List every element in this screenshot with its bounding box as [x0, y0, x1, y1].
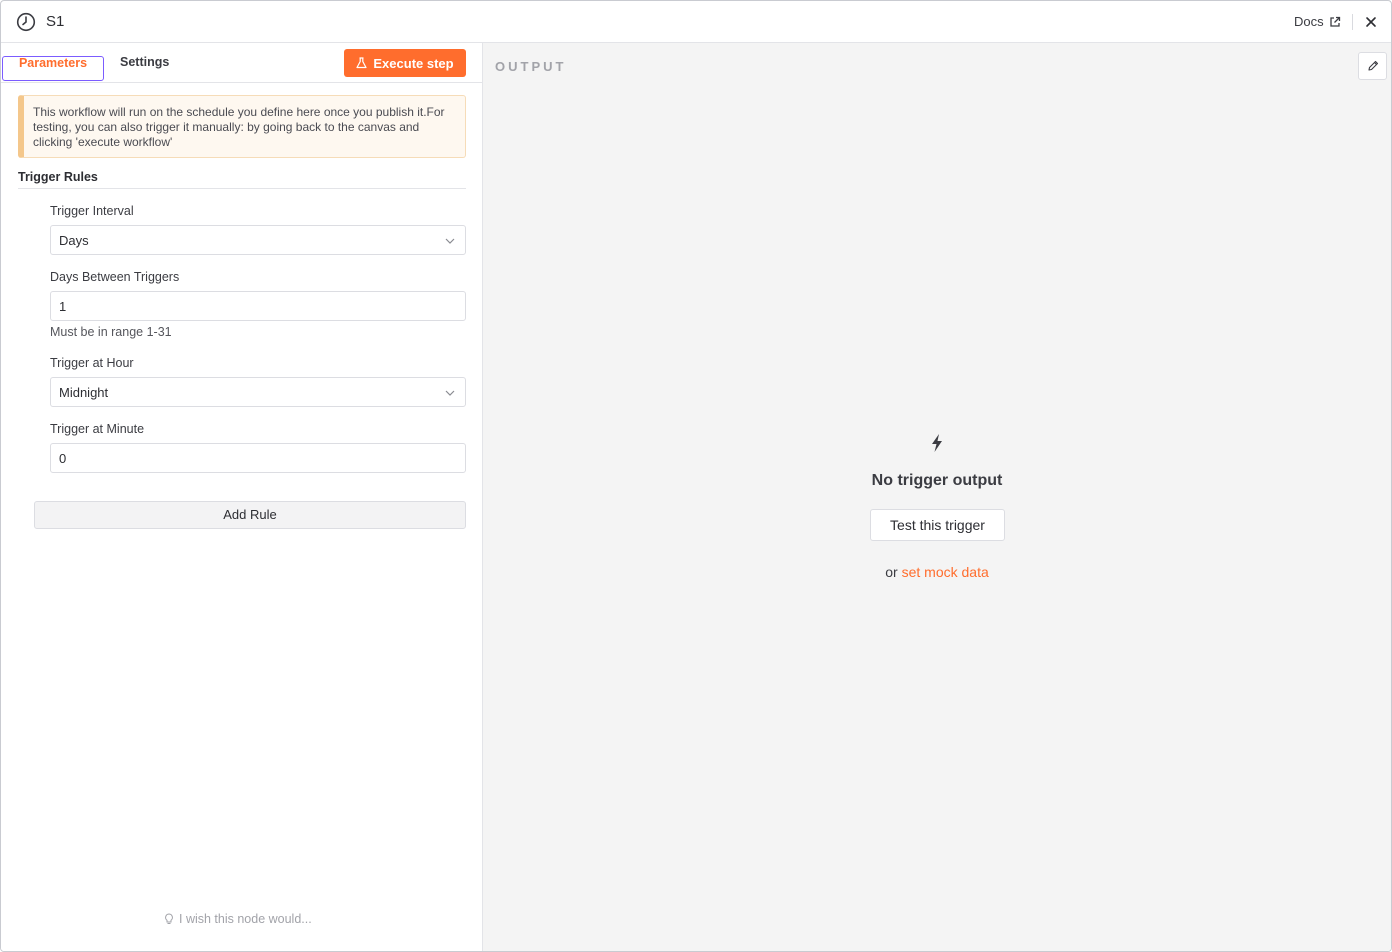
feedback-label: I wish this node would...: [179, 912, 312, 926]
trigger-minute-value: 0: [59, 451, 67, 466]
trigger-minute-input[interactable]: 0: [50, 443, 466, 473]
days-between-label: Days Between Triggers: [50, 270, 180, 284]
days-between-value: 1: [59, 299, 67, 314]
lightbulb-icon: [165, 913, 173, 924]
trigger-interval-select[interactable]: Days: [50, 225, 466, 255]
close-icon[interactable]: [1363, 14, 1379, 30]
set-mock-data-link[interactable]: set mock data: [902, 564, 989, 580]
mock-data-line: or set mock data: [483, 564, 1391, 580]
flask-icon: [356, 57, 367, 69]
tab-parameters[interactable]: Parameters: [2, 56, 104, 81]
execute-step-label: Execute step: [373, 55, 454, 71]
execute-step-button[interactable]: Execute step: [344, 49, 466, 77]
or-text: or: [885, 564, 898, 580]
trigger-hour-label: Trigger at Hour: [50, 356, 134, 370]
trigger-minute-label: Trigger at Minute: [50, 422, 145, 436]
feedback-link[interactable]: I wish this node would...: [164, 912, 312, 926]
node-details-modal: S1 Docs Parameters Settings Execute step: [0, 0, 1392, 952]
empty-output-title: No trigger output: [871, 472, 1003, 489]
output-title: OUTPUT: [495, 59, 567, 74]
bolt-icon: [932, 434, 942, 452]
node-title[interactable]: S1: [46, 13, 64, 30]
chevron-down-icon: [445, 390, 455, 396]
trigger-interval-label: Trigger Interval: [50, 204, 134, 218]
tab-parameters-label: Parameters: [18, 56, 88, 70]
edit-output-button[interactable]: [1358, 52, 1387, 80]
days-between-hint: Must be in range 1-31: [50, 325, 172, 339]
trigger-rules-title: Trigger Rules: [18, 170, 466, 189]
trigger-hour-value: Midnight: [59, 385, 109, 400]
days-between-input[interactable]: 1: [50, 291, 466, 321]
chevron-down-icon: [445, 238, 455, 244]
clock-icon: [16, 12, 36, 32]
trigger-hour-select[interactable]: Midnight: [50, 377, 466, 407]
docs-link[interactable]: Docs: [1294, 14, 1341, 29]
trigger-interval-value: Days: [59, 233, 89, 248]
output-panel: OUTPUT No trigger output Test this trigg…: [483, 43, 1391, 951]
schedule-notice: This workflow will run on the schedule y…: [18, 95, 466, 158]
header-divider: [1352, 14, 1353, 30]
pencil-icon: [1367, 60, 1378, 71]
add-rule-button[interactable]: Add Rule: [34, 501, 466, 529]
modal-header: S1 Docs: [1, 1, 1391, 43]
docs-label: Docs: [1294, 14, 1324, 29]
external-link-icon: [1329, 16, 1340, 27]
test-trigger-button[interactable]: Test this trigger: [870, 509, 1005, 541]
parameters-panel: Parameters Settings Execute step This wo…: [1, 43, 483, 951]
panel-tabs: Parameters Settings Execute step: [1, 43, 482, 83]
tab-settings[interactable]: Settings: [120, 55, 169, 69]
